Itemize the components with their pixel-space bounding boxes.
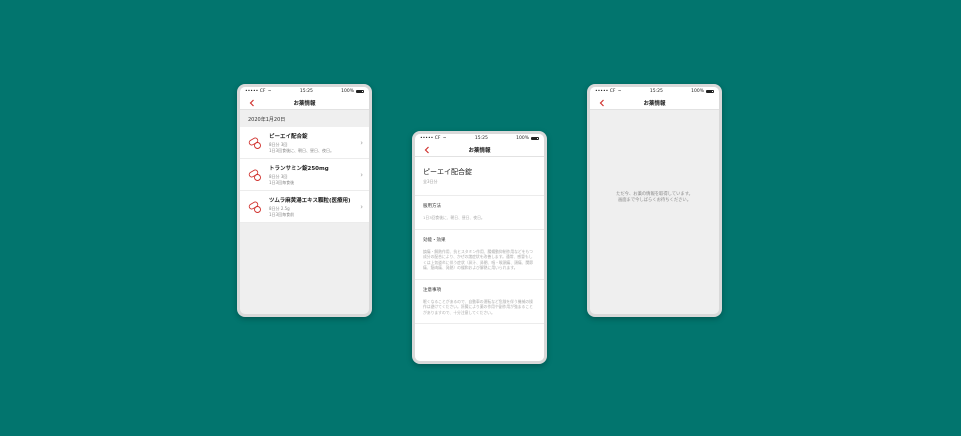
phone-loading: ••••• CF ⌔ 15:25 100% お薬情報 ただ今、お薬の情報を取得して… [587,84,722,317]
section-label: 注意事項 [423,287,441,293]
section-cautions: 注意事項 眠くなることがあるので、自動車の運転など危険を伴う機械の操作は避けてく… [415,280,544,324]
section-label: 服用方法 [423,204,441,209]
status-bar: ••••• CF ⌔ 15:25 100% [590,87,719,96]
status-bar: ••••• CF ⌔ 15:25 100% [415,134,544,143]
carrier: ••••• CF [420,136,441,141]
wifi-icon: ⌔ [617,89,622,95]
battery-percent: 100% [516,136,529,141]
pill-icon [248,201,261,213]
status-bar: ••••• CF ⌔ 15:25 100% [240,87,369,96]
medication-list: ピーエイ配合錠 8日分 3回 1日3回食後に、朝日、昼日、夜日。 › トランサミ… [240,127,369,223]
chevron-right-icon: › [360,202,363,211]
wifi-icon: ⌔ [267,89,272,95]
list-item[interactable]: ピーエイ配合錠 8日分 3回 1日3回食後に、朝日、昼日、夜日。 › [240,127,369,159]
medication-instructions: 1日3回毎食前 [269,211,295,217]
back-chevron-icon[interactable] [423,146,431,154]
loading-line-2: 画面まで今しばらくお待ちください。 [617,198,692,203]
pill-icon [248,137,261,149]
phone-medication-list: ••••• CF ⌔ 15:25 100% お薬情報 2020年1月20日 ピーエ… [237,84,372,317]
screen: ••••• CF ⌔ 15:25 100% お薬情報 ピーエイ配合錠 全3日分 服… [415,134,544,361]
phone-medication-detail: ••••• CF ⌔ 15:25 100% お薬情報 ピーエイ配合錠 全3日分 服… [412,131,547,364]
battery-icon [705,89,714,94]
medication-name: トランサミン錠250mg [269,165,329,172]
date-header: 2020年1月20日 [248,117,286,123]
section-body: 鎮痛・解熱作用、抗ヒスタミン作用、腸蠕動抑制作用などをもつ成分の配合により、かぜ… [423,248,534,271]
list-item[interactable]: ツムラ麻黄湯エキス顆粒(医療用) 8日分 2.5g 1日3回毎食前 › [240,191,369,223]
loading-message: ただ今、お薬の情報を取得しています。 画面まで今しばらくお待ちください。 [590,192,719,204]
section-usage: 服用方法 1日3回食後に、朝日、昼日、夜日。 [415,196,544,230]
page-title: お薬情報 [468,147,491,154]
carrier: ••••• CF [245,89,266,94]
page-title: お薬情報 [643,100,666,107]
status-time: 15:25 [649,89,663,94]
drug-name: ピーエイ配合錠 [423,168,472,176]
list-item[interactable]: トランサミン錠250mg 8日分 3回 1日3回毎食後 › [240,159,369,191]
battery-percent: 100% [341,89,354,94]
wifi-icon: ⌔ [442,136,447,142]
nav-bar: お薬情報 [415,143,544,157]
battery-icon [355,89,364,94]
battery-icon [530,136,539,141]
section-body: 眠くなることがあるので、自動車の運転など危険を伴う機械の操作は避けてください。肝… [423,298,533,315]
section-efficacy: 効能・効果 鎮痛・解熱作用、抗ヒスタミン作用、腸蠕動抑制作用などをもつ成分の配合… [415,230,544,280]
carrier: ••••• CF [595,89,616,94]
medication-name: ツムラ麻黄湯エキス顆粒(医療用) [269,197,351,204]
chevron-right-icon: › [360,170,363,179]
nav-bar: お薬情報 [240,96,369,110]
pill-icon [248,169,261,181]
page-title: お薬情報 [293,100,316,107]
status-time: 15:25 [474,136,488,141]
chevron-right-icon: › [360,138,363,147]
medication-name: ピーエイ配合錠 [269,133,308,140]
battery-percent: 100% [691,89,704,94]
section-body: 1日3回食後に、朝日、昼日、夜日。 [423,215,485,220]
back-chevron-icon[interactable] [248,99,256,107]
detail-content: ピーエイ配合錠 全3日分 服用方法 1日3回食後に、朝日、昼日、夜日。 効能・効… [415,157,544,361]
medication-instructions: 1日3回食後に、朝日、昼日、夜日。 [269,147,334,153]
status-time: 15:25 [299,89,313,94]
nav-bar: お薬情報 [590,96,719,110]
drug-days: 全3日分 [415,179,544,196]
screen: ••••• CF ⌔ 15:25 100% お薬情報 ただ今、お薬の情報を取得して… [590,87,719,314]
medication-instructions: 1日3回毎食後 [269,179,295,185]
back-chevron-icon[interactable] [598,99,606,107]
section-label: 効能・効果 [423,237,446,243]
screen: ••••• CF ⌔ 15:25 100% お薬情報 2020年1月20日 ピーエ… [240,87,369,314]
